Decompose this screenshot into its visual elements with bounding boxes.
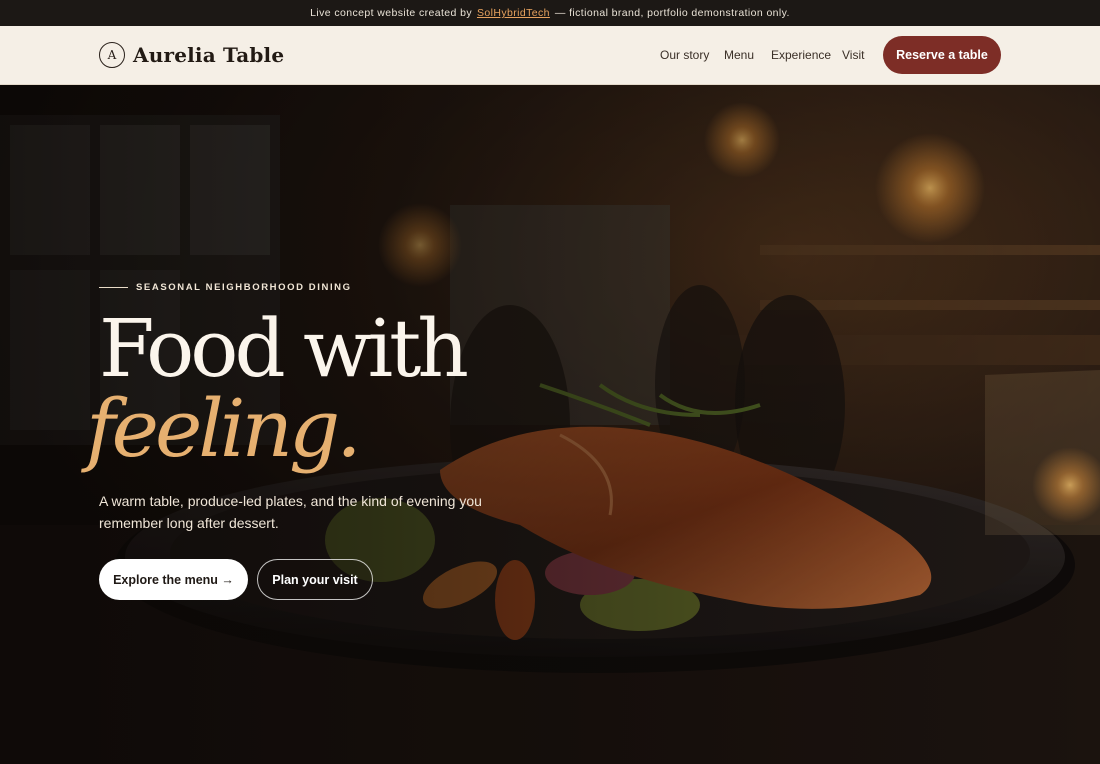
logo-monogram-icon: A	[99, 42, 125, 68]
hero-eyebrow: SEASONAL NEIGHBORHOOD DINING	[99, 282, 352, 293]
eyebrow-text: SEASONAL NEIGHBORHOOD DINING	[136, 282, 352, 293]
eyebrow-rule	[99, 287, 128, 288]
hero-subtitle: A warm table, produce-led plates, and th…	[99, 493, 482, 531]
site-header: A Aurelia Table Our story Menu Experienc…	[0, 26, 1100, 85]
brand-logo[interactable]: A Aurelia Table	[99, 42, 284, 68]
announcement-suffix: — fictional brand, portfolio demonstrati…	[554, 7, 790, 19]
announcement-bar: Live concept website created by SolHybri…	[0, 0, 1100, 26]
nav-our-story[interactable]: Our story	[660, 48, 709, 62]
nav-visit[interactable]: Visit	[842, 48, 864, 62]
hero-headline-accent: feeling.	[86, 382, 362, 475]
explore-menu-button[interactable]: Explore the menu →	[99, 559, 248, 600]
hero-section: SEASONAL NEIGHBORHOOD DINING Food with f…	[0, 85, 1100, 764]
announcement-prefix: Live concept website created by	[310, 7, 472, 19]
reserve-table-button[interactable]: Reserve a table	[883, 36, 1001, 74]
hero-headline: Food with	[99, 302, 469, 395]
nav-menu[interactable]: Menu	[724, 48, 754, 62]
plan-visit-button[interactable]: Plan your visit	[257, 559, 373, 600]
brand-name: Aurelia Table	[133, 43, 285, 67]
nav-experience[interactable]: Experience	[771, 48, 831, 62]
announcement-link[interactable]: SolHybridTech	[477, 7, 550, 19]
